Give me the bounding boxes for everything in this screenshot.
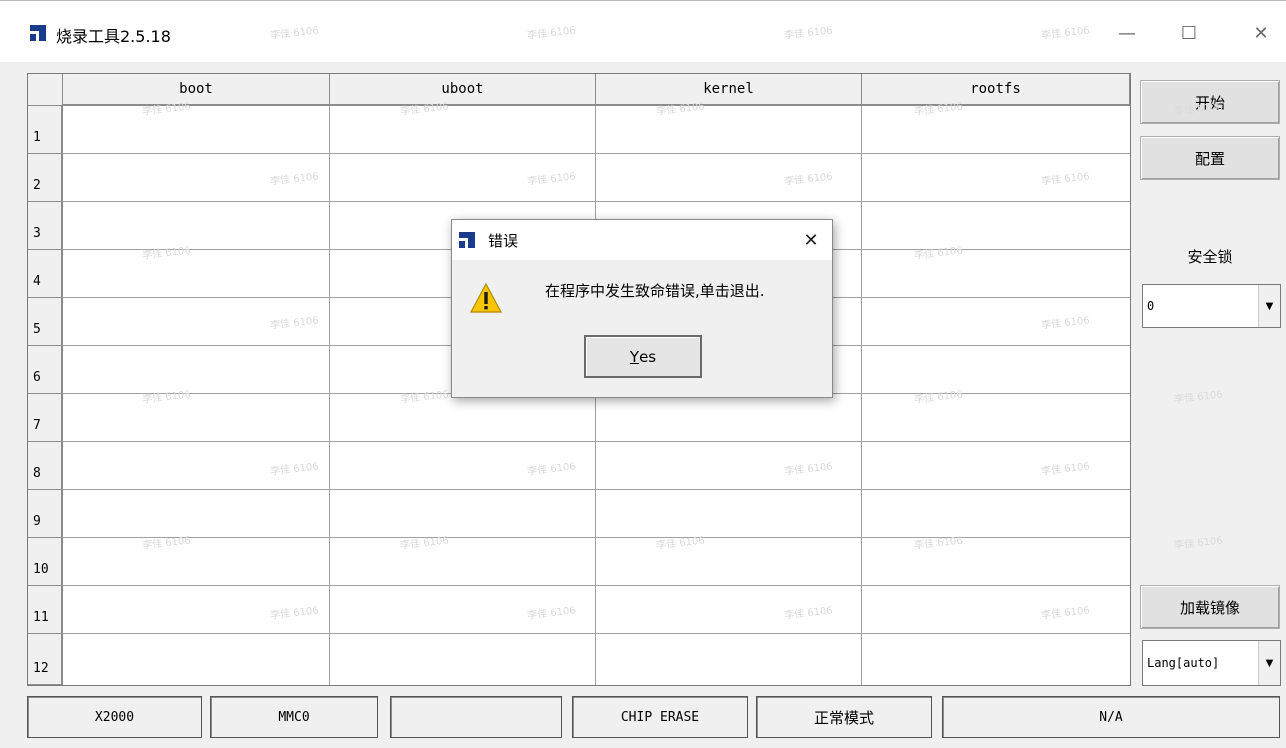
config-button[interactable]: 配置 — [1140, 136, 1280, 180]
row-header[interactable]: 10 — [28, 538, 63, 586]
window-title: 烧录工具2.5.18 — [56, 27, 171, 46]
dropdown-arrow-icon[interactable]: ▼ — [1258, 285, 1280, 327]
app-logo-icon — [30, 25, 46, 41]
app-logo-icon — [459, 232, 475, 248]
row-header[interactable]: 7 — [28, 394, 63, 442]
status-erase: CHIP ERASE — [572, 696, 748, 738]
status-storage: MMC0 — [210, 696, 378, 738]
dialog-body: 在程序中发生致命错误,单击退出. Yes — [452, 260, 832, 397]
close-icon: ✕ — [803, 229, 819, 251]
row-header[interactable]: 5 — [28, 298, 63, 346]
column-header-uboot[interactable]: uboot — [330, 74, 596, 106]
row-header[interactable]: 12 — [28, 634, 63, 685]
status-chip: X2000 — [27, 696, 202, 738]
row-header[interactable]: 3 — [28, 202, 63, 250]
maximize-icon: ☐ — [1180, 22, 1198, 44]
row-header[interactable]: 2 — [28, 154, 63, 202]
minimize-icon: — — [1118, 22, 1136, 44]
row-header[interactable]: 11 — [28, 586, 63, 634]
security-lock-label: 安全锁 — [1187, 248, 1233, 266]
dialog-close-button[interactable]: ✕ — [794, 224, 828, 256]
column-header-rootfs[interactable]: rootfs — [862, 74, 1130, 106]
row-header[interactable]: 9 — [28, 490, 63, 538]
dropdown-arrow-icon[interactable]: ▼ — [1258, 641, 1280, 685]
row-header[interactable]: 6 — [28, 346, 63, 394]
column-header-boot[interactable]: boot — [63, 74, 330, 106]
dialog-title-bar[interactable]: 错误 ✕ — [452, 220, 832, 260]
dialog-title: 错误 — [488, 232, 519, 250]
grid-corner — [28, 74, 63, 106]
minimize-button[interactable]: — — [1104, 13, 1150, 53]
column-header-kernel[interactable]: kernel — [596, 74, 862, 106]
status-info: N/A — [942, 696, 1280, 738]
language-value: Lang[auto] — [1147, 656, 1220, 670]
watermark: 李佳 6106 — [1173, 535, 1224, 552]
error-dialog[interactable]: 错误 ✕ 在程序中发生致命错误,单击退出. Yes — [451, 219, 833, 398]
status-mode: 正常模式 — [756, 696, 932, 738]
status-empty — [390, 696, 562, 738]
watermark: 李佳 6106 — [1173, 389, 1224, 406]
yes-button[interactable]: Yes — [584, 335, 702, 378]
dialog-message: 在程序中发生致命错误,单击退出. — [545, 282, 765, 300]
row-header[interactable]: 8 — [28, 442, 63, 490]
load-image-button[interactable]: 加载镜像 — [1140, 585, 1280, 629]
row-header[interactable]: 1 — [28, 106, 63, 154]
close-button[interactable]: ✕ — [1238, 13, 1284, 53]
security-lock-value: 0 — [1147, 299, 1155, 313]
yes-label: es — [639, 347, 657, 366]
yes-mnemonic: Y — [629, 347, 640, 366]
title-bar: 烧录工具2.5.18 — ☐ ✕ — [0, 0, 1286, 62]
warning-icon — [469, 282, 503, 313]
close-icon: ✕ — [1253, 22, 1269, 44]
security-lock-select[interactable]: 0 ▼ — [1142, 284, 1281, 328]
row-header[interactable]: 4 — [28, 250, 63, 298]
start-button[interactable]: 开始 — [1140, 80, 1280, 124]
language-select[interactable]: Lang[auto] ▼ — [1142, 640, 1281, 686]
maximize-button[interactable]: ☐ — [1166, 13, 1212, 53]
